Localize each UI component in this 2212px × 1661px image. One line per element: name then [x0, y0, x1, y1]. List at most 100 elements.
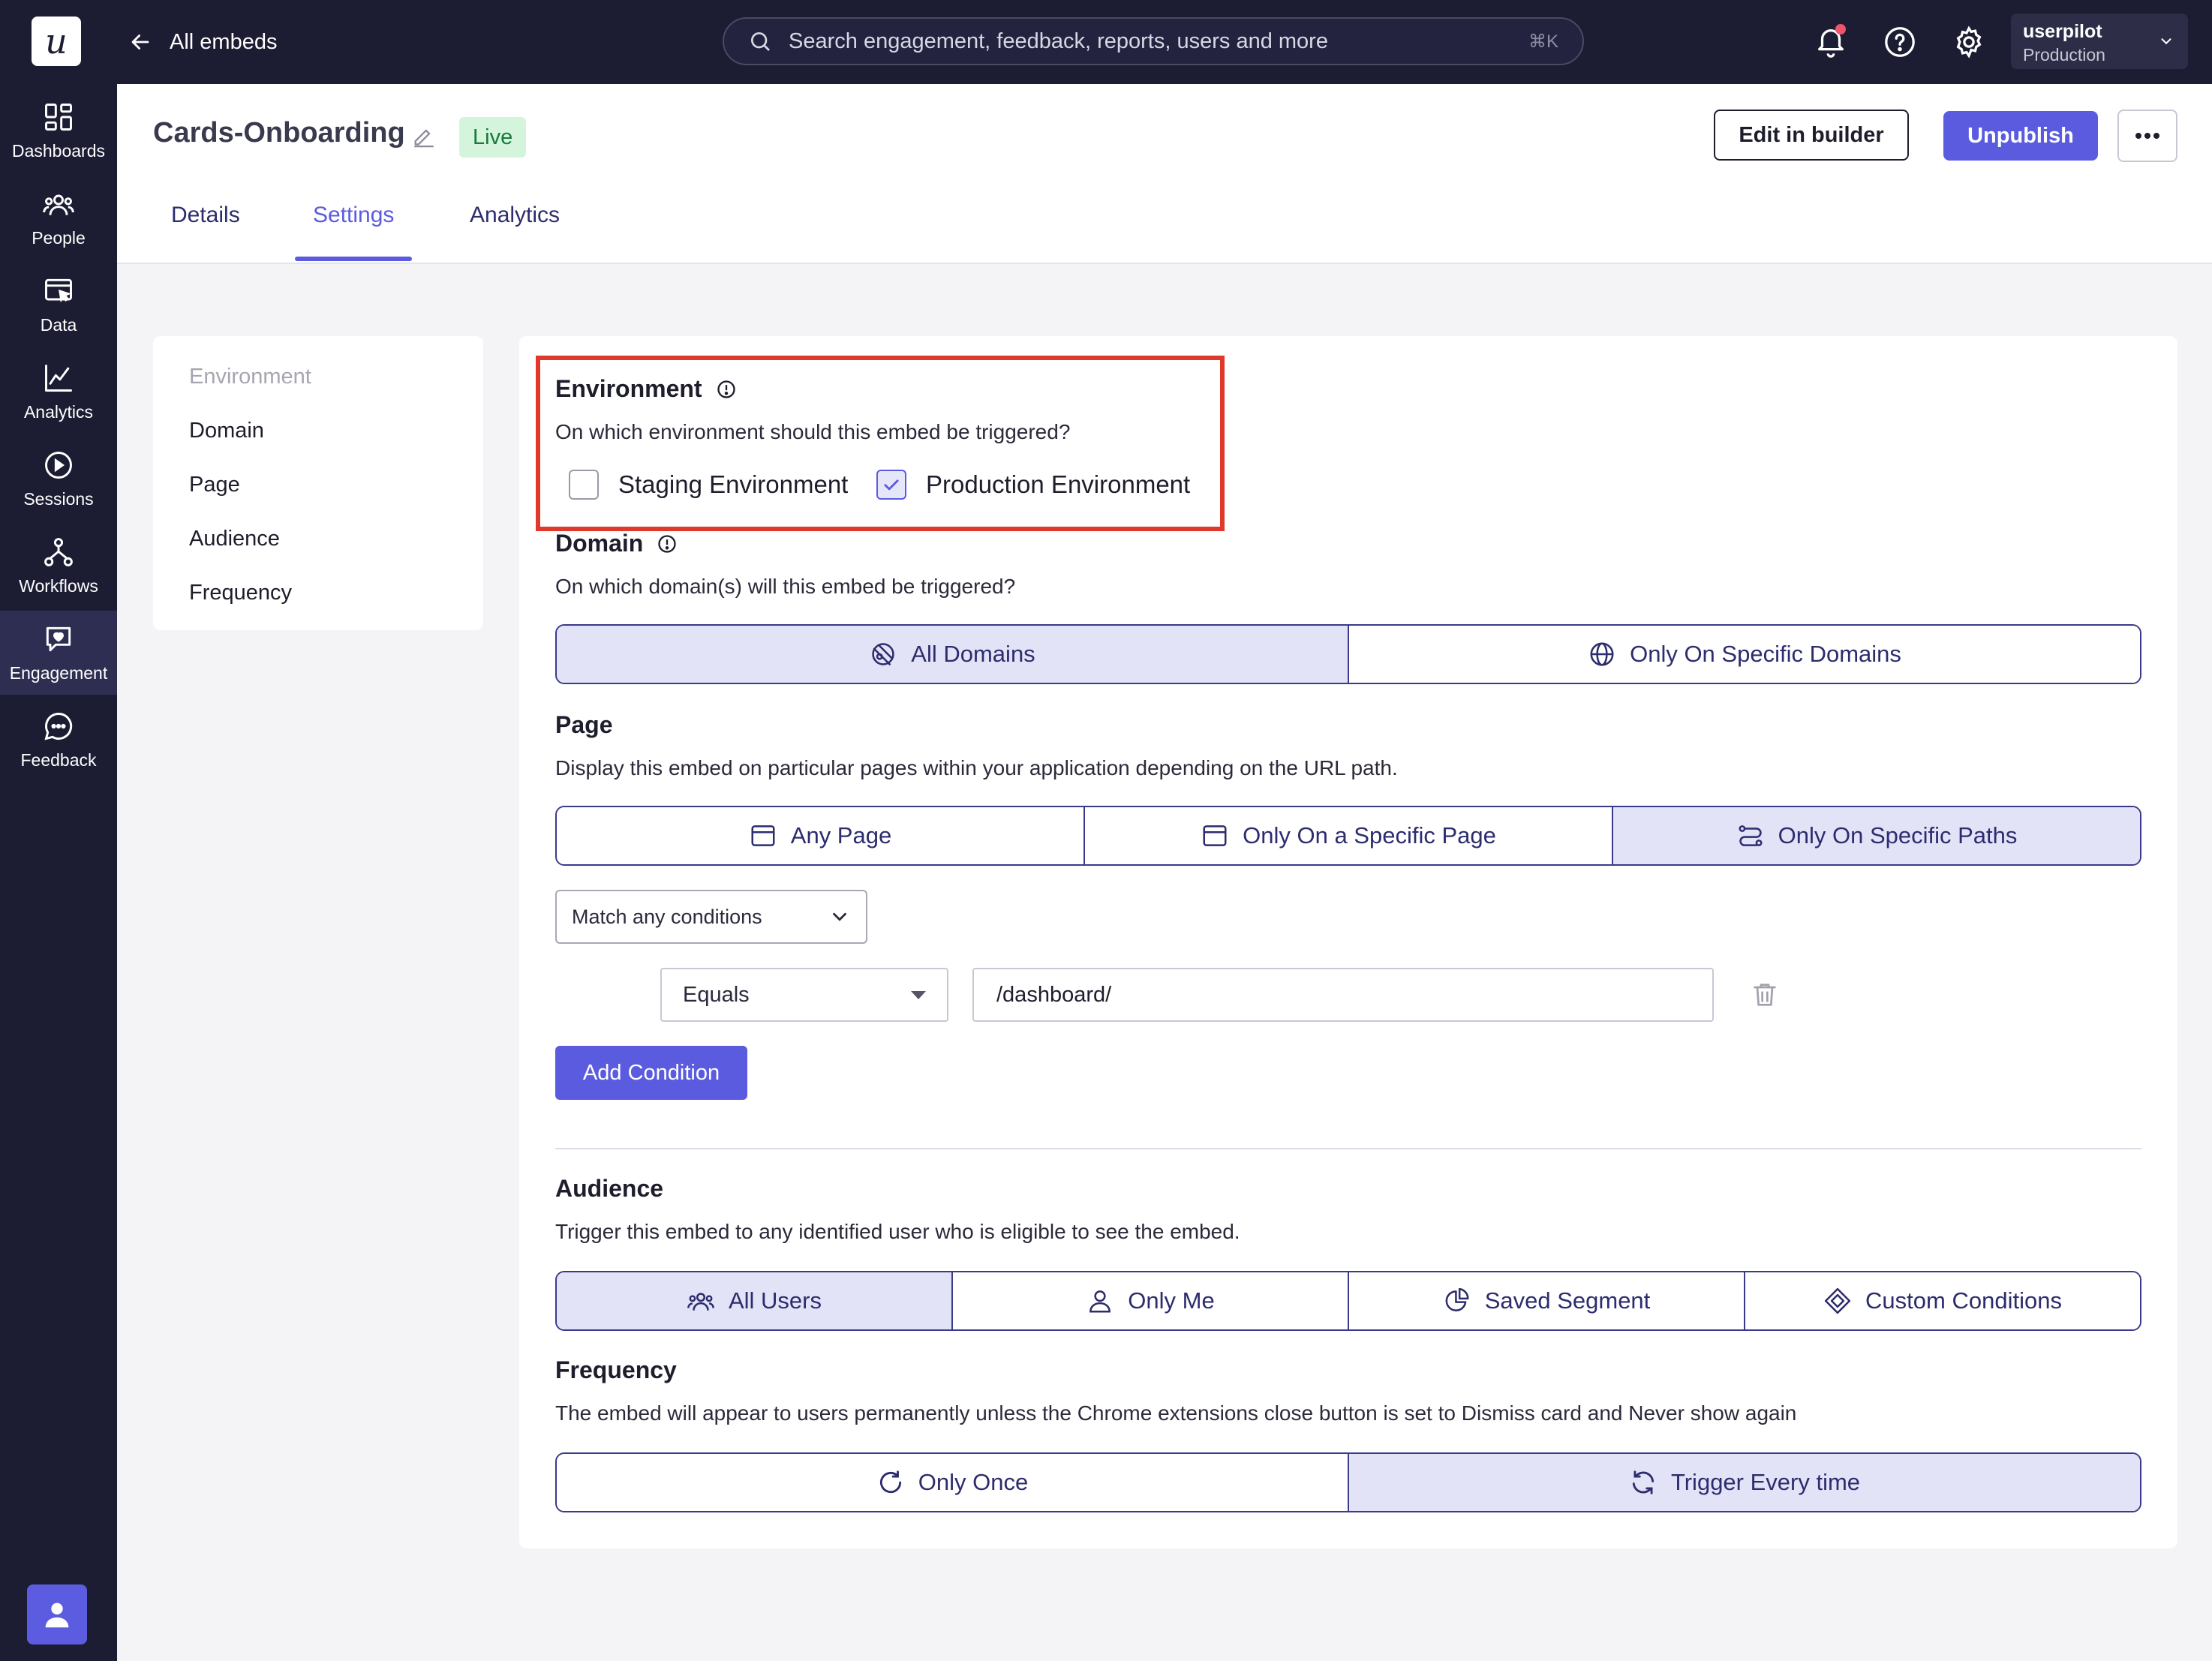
- globe-icon: [1590, 642, 1614, 666]
- option-label: All Users: [728, 1287, 822, 1314]
- option-label: Only Me: [1128, 1287, 1215, 1314]
- chevron-down-icon: [2161, 38, 2171, 45]
- info-icon[interactable]: [657, 533, 678, 554]
- notification-dot: [1835, 24, 1846, 35]
- sidebar-item-label: People: [32, 227, 86, 248]
- help-button[interactable]: [1879, 21, 1921, 63]
- sidebar-item-label: Feedback: [20, 749, 97, 770]
- specific-paths-option[interactable]: Only On Specific Paths: [1612, 807, 2140, 864]
- sidebar-item-label: Analytics: [23, 401, 94, 422]
- tab-analytics[interactable]: Analytics: [452, 203, 578, 257]
- more-options-button[interactable]: [2117, 110, 2177, 162]
- sidebar-item-engagement[interactable]: Engagement: [0, 611, 117, 695]
- global-search[interactable]: Search engagement, feedback, reports, us…: [723, 17, 1584, 65]
- all-users-option[interactable]: All Users: [557, 1272, 951, 1329]
- back-to-embeds-link[interactable]: All embeds: [128, 23, 277, 62]
- frequency-description: The embed will appear to users permanent…: [555, 1401, 1797, 1425]
- dashboards-icon: [45, 103, 72, 131]
- sidebar-item-analytics[interactable]: Analytics: [0, 350, 117, 434]
- user-icon: [45, 1602, 69, 1628]
- workflows-icon: [44, 537, 73, 566]
- tab-settings[interactable]: Settings: [295, 203, 413, 261]
- browser-window-icon: [1203, 825, 1227, 846]
- menu-item-audience[interactable]: Audience: [189, 527, 280, 551]
- environment-title: Environment: [555, 375, 737, 403]
- condition-operator-select[interactable]: Equals: [660, 968, 948, 1022]
- satellite-icon: [872, 643, 895, 666]
- staging-environment-option[interactable]: Staging Environment: [569, 470, 848, 500]
- settings-section-nav: Environment Domain Page Audience Frequen…: [153, 336, 483, 630]
- option-label: Saved Segment: [1484, 1287, 1651, 1314]
- menu-item-frequency[interactable]: Frequency: [189, 581, 292, 605]
- sidebar-item-workflows[interactable]: Workflows: [0, 524, 117, 608]
- sidebar-item-label: Sessions: [23, 488, 94, 509]
- arrow-left-icon: [131, 35, 149, 50]
- sidebar-item-dashboards[interactable]: Dashboards: [0, 89, 117, 173]
- specific-page-option[interactable]: Only On a Specific Page: [1083, 807, 1612, 864]
- sidebar-item-feedback[interactable]: Feedback: [0, 698, 117, 782]
- all-domains-option[interactable]: All Domains: [557, 626, 1348, 683]
- refresh-icon: [879, 1470, 901, 1494]
- match-conditions-select[interactable]: Match any conditions: [555, 890, 867, 944]
- section-title-text: Domain: [555, 530, 644, 557]
- edit-in-builder-button[interactable]: Edit in builder: [1714, 110, 1909, 161]
- staging-checkbox[interactable]: [569, 470, 599, 500]
- sidebar-item-label: Data: [40, 314, 77, 335]
- sidebar-item-label: Engagement: [9, 662, 108, 683]
- saved-segment-option[interactable]: Saved Segment: [1348, 1272, 1744, 1329]
- section-divider: [555, 1148, 2141, 1149]
- sidebar-item-data[interactable]: Data: [0, 263, 117, 347]
- account-switcher[interactable]: userpilot Production: [2011, 14, 2188, 69]
- info-icon[interactable]: [716, 379, 737, 400]
- option-label: Custom Conditions: [1865, 1287, 2062, 1314]
- select-value: Match any conditions: [572, 905, 762, 928]
- search-icon: [751, 32, 770, 51]
- audience-title: Audience: [555, 1175, 663, 1203]
- option-label: Only On a Specific Page: [1243, 822, 1496, 849]
- tab-details[interactable]: Details: [153, 203, 258, 257]
- account-name: userpilot: [2023, 21, 2102, 42]
- menu-item-page[interactable]: Page: [189, 473, 240, 497]
- help-icon: [1885, 27, 1915, 57]
- page-description: Display this embed on particular pages w…: [555, 756, 1398, 779]
- userpilot-logo[interactable]: u: [32, 17, 81, 66]
- user-avatar[interactable]: [27, 1584, 87, 1644]
- frequency-title: Frequency: [555, 1356, 677, 1384]
- sidebar-item-label: Dashboards: [11, 140, 106, 161]
- users-icon: [687, 1293, 714, 1311]
- sidebar-item-people[interactable]: People: [0, 176, 117, 260]
- route-icon: [1739, 825, 1763, 846]
- trash-icon[interactable]: [1750, 980, 1780, 1010]
- user-icon: [1089, 1290, 1111, 1313]
- unpublish-button[interactable]: Unpublish: [1943, 111, 2098, 161]
- pencil-icon[interactable]: [411, 123, 437, 149]
- section-title-text: Page: [555, 711, 613, 738]
- only-me-option[interactable]: Only Me: [951, 1272, 1348, 1329]
- analytics-icon: [45, 364, 72, 392]
- add-condition-button[interactable]: Add Condition: [555, 1046, 747, 1100]
- feedback-icon: [44, 712, 73, 740]
- trigger-every-time-option[interactable]: Trigger Every time: [1348, 1454, 2140, 1511]
- menu-item-environment[interactable]: Environment: [189, 365, 311, 389]
- settings-button[interactable]: [1948, 21, 1990, 63]
- menu-item-domain[interactable]: Domain: [189, 419, 264, 443]
- only-once-option[interactable]: Only Once: [557, 1454, 1348, 1511]
- specific-domains-option[interactable]: Only On Specific Domains: [1348, 626, 2140, 683]
- domain-selector: All Domains Only On Specific Domains: [555, 624, 2141, 684]
- select-value: Equals: [683, 982, 750, 1007]
- sidebar-item-sessions[interactable]: Sessions: [0, 437, 117, 521]
- search-shortcut: ⌘K: [1528, 31, 1558, 52]
- condition-value-input[interactable]: [972, 968, 1714, 1022]
- engagement-icon: [46, 626, 71, 651]
- back-link-label: All embeds: [170, 29, 278, 54]
- any-page-option[interactable]: Any Page: [557, 807, 1083, 864]
- production-environment-option[interactable]: Production Environment: [876, 470, 1190, 500]
- option-label: Only Once: [918, 1469, 1029, 1495]
- production-checkbox[interactable]: [876, 470, 906, 500]
- custom-conditions-option[interactable]: Custom Conditions: [1744, 1272, 2140, 1329]
- caret-down-icon: [911, 990, 926, 999]
- notifications-button[interactable]: [1810, 21, 1852, 63]
- chevron-down-icon: [833, 912, 846, 921]
- page-selector: Any Page Only On a Specific Page Only On…: [555, 806, 2141, 866]
- option-label: Trigger Every time: [1670, 1469, 1861, 1495]
